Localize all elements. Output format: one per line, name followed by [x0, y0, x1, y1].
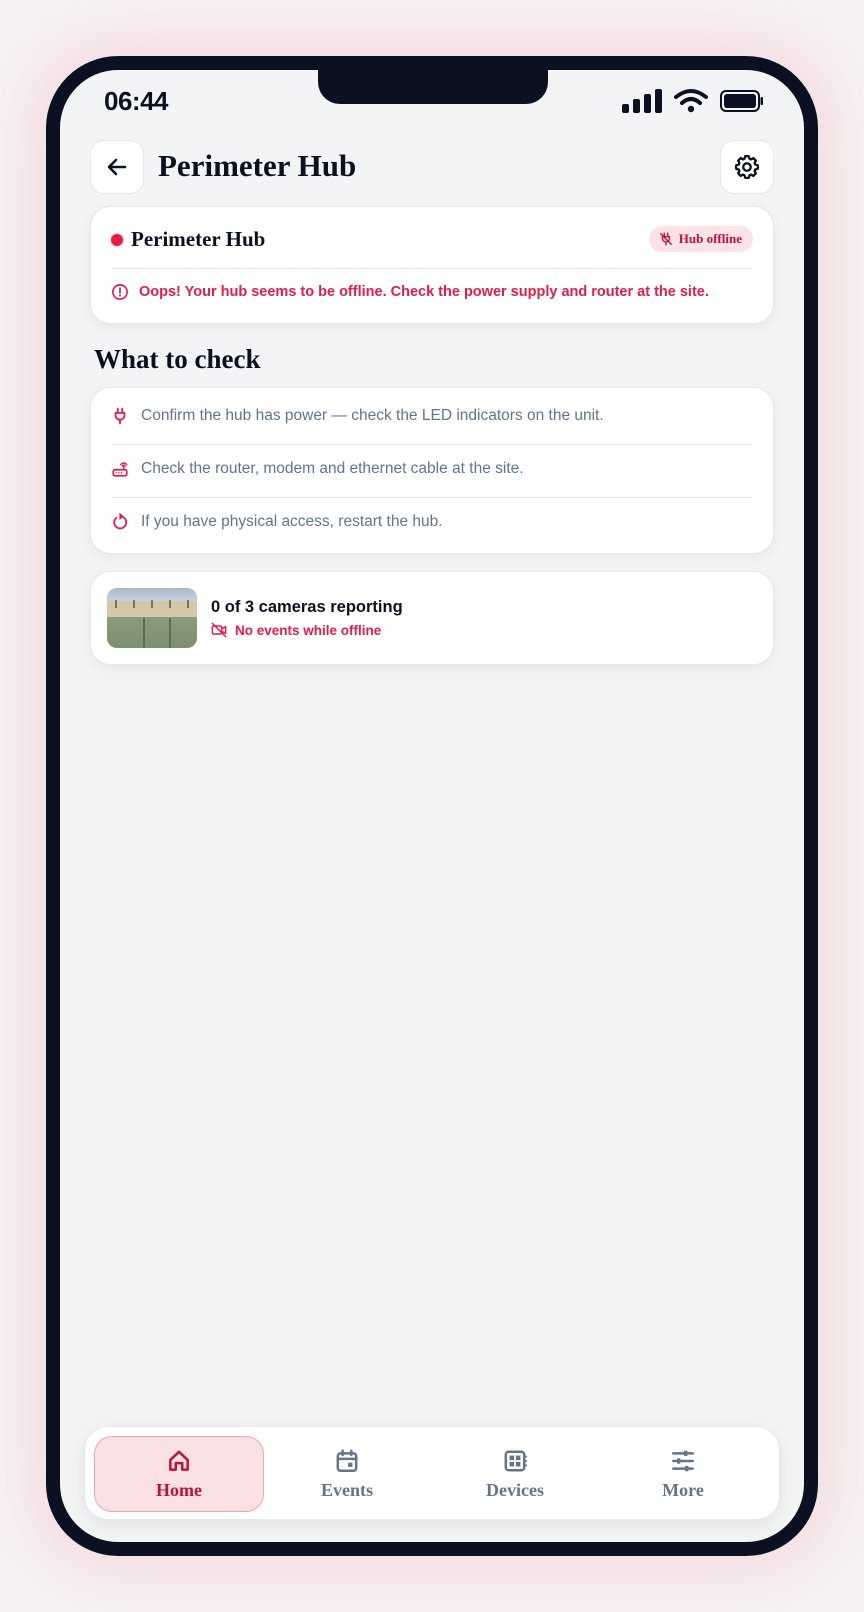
check-text: Check the router, modem and ethernet cab… — [141, 460, 524, 477]
screen: 06:44 Perimeter Hub Perimeter Hub Hub of… — [60, 70, 804, 1542]
tab-label: Home — [156, 1479, 202, 1500]
devices-icon — [504, 1450, 527, 1471]
back-button[interactable] — [90, 140, 144, 194]
tab-label: Devices — [486, 1479, 544, 1500]
tab-label: More — [662, 1479, 704, 1500]
settings-button[interactable] — [720, 140, 774, 194]
battery-icon — [720, 90, 763, 112]
list-item: Confirm the hub has power — check the LE… — [111, 390, 753, 442]
home-icon — [169, 1450, 189, 1471]
badge-label: Hub offline — [678, 231, 742, 246]
restart-icon — [113, 513, 128, 530]
notch — [318, 70, 548, 104]
cameras-reporting: 0 of 3 cameras reporting — [211, 598, 403, 616]
arrow-left-icon — [107, 158, 127, 176]
tab-more[interactable]: More — [598, 1436, 768, 1512]
no-events-note: No events while offline — [211, 622, 381, 638]
camera-thumbnail — [107, 588, 197, 648]
page-title: Perimeter Hub — [158, 148, 357, 183]
list-item: If you have physical access, restart the… — [111, 496, 753, 548]
divider — [111, 268, 753, 269]
alert-circle-icon — [112, 284, 128, 300]
header: Perimeter Hub — [90, 140, 774, 194]
plug-off-icon — [659, 232, 672, 246]
tab-events[interactable]: Events — [262, 1436, 432, 1512]
status-icons — [622, 88, 764, 114]
checklist-card: Confirm the hub has power — check the LE… — [90, 387, 774, 554]
tab-home[interactable]: Home — [94, 1436, 264, 1512]
router-icon — [112, 462, 128, 477]
no-events-text: No events while offline — [235, 622, 382, 638]
hub-offline-badge: Hub offline — [648, 226, 753, 252]
wifi-icon — [674, 89, 708, 113]
tab-devices[interactable]: Devices — [430, 1436, 600, 1512]
phone-frame: 06:44 Perimeter Hub Perimeter Hub Hub of… — [46, 56, 818, 1556]
alert-text: Oops! Your hub seems to be offline. Chec… — [139, 284, 709, 300]
cameras-card[interactable]: 0 of 3 cameras reporting No events while… — [90, 571, 774, 665]
tab-label: Events — [320, 1479, 373, 1500]
hub-name-row: Perimeter Hub Hub offline — [111, 226, 753, 253]
calendar-icon — [336, 1448, 358, 1472]
gear-icon — [734, 154, 760, 180]
check-text: If you have physical access, restart the… — [141, 513, 443, 530]
section-title: What to check — [94, 344, 261, 374]
check-text: Confirm the hub has power — check the LE… — [141, 407, 604, 424]
plug-icon — [114, 407, 126, 425]
hub-name: Perimeter Hub — [131, 227, 266, 251]
status-time: 06:44 — [104, 86, 169, 116]
sliders-icon — [672, 1450, 694, 1471]
signal-icon — [622, 89, 662, 113]
list-item: Check the router, modem and ethernet cab… — [111, 443, 753, 495]
offline-status-dot — [111, 234, 123, 246]
video-off-icon — [211, 622, 227, 638]
bottom-tab-bar: Home Events Devices More — [84, 1426, 780, 1520]
hub-status-card: Perimeter Hub Hub offline Oops! Your hub… — [90, 206, 774, 324]
offline-alert: Oops! Your hub seems to be offline. Chec… — [111, 283, 753, 301]
